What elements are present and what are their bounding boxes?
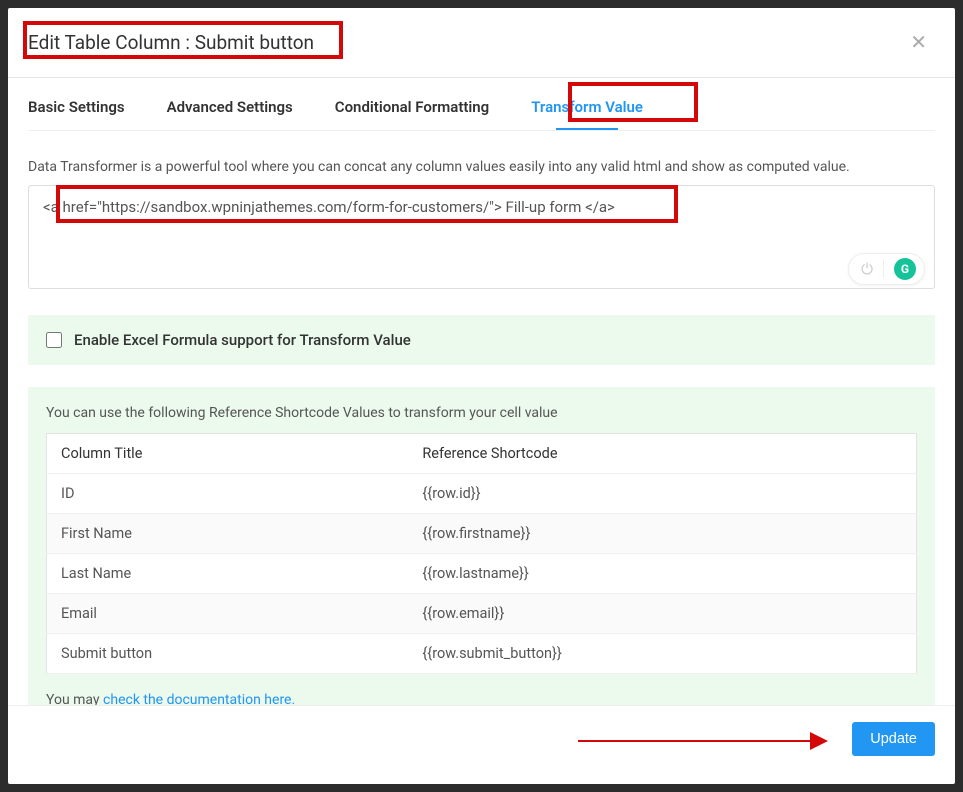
transform-textarea-wrap: ⏻ G — [28, 185, 935, 293]
table-row: First Name {{row.firstname}} — [47, 514, 917, 554]
annotation-arrow — [578, 726, 838, 756]
cell-title: Submit button — [47, 634, 409, 674]
reference-section: You can use the following Reference Shor… — [28, 387, 935, 705]
cell-code: {{row.firstname}} — [408, 514, 916, 554]
table-row: Last Name {{row.lastname}} — [47, 554, 917, 594]
cell-title: Last Name — [47, 554, 409, 594]
documentation-link[interactable]: check the documentation here. — [103, 692, 295, 705]
transform-description: Data Transformer is a powerful tool wher… — [28, 159, 935, 175]
table-header-row: Column Title Reference Shortcode — [47, 434, 917, 474]
cell-title: First Name — [47, 514, 409, 554]
modal-title: Edit Table Column : Submit button — [28, 31, 314, 54]
modal-body: Basic Settings Advanced Settings Conditi… — [8, 78, 955, 705]
grammarly-icon[interactable]: G — [894, 258, 916, 280]
cell-title: ID — [47, 474, 409, 514]
power-icon[interactable]: ⏻ — [861, 260, 884, 278]
cell-code: {{row.email}} — [408, 594, 916, 634]
modal-footer: Update — [8, 705, 955, 784]
table-row: ID {{row.id}} — [47, 474, 917, 514]
cell-code: {{row.submit_button}} — [408, 634, 916, 674]
textarea-toolbar: ⏻ G — [848, 253, 925, 285]
excel-formula-label: Enable Excel Formula support for Transfo… — [74, 331, 411, 349]
excel-formula-row[interactable]: Enable Excel Formula support for Transfo… — [28, 315, 935, 365]
transform-textarea[interactable] — [28, 185, 935, 289]
close-icon: ✕ — [910, 32, 927, 54]
modal-window: Edit Table Column : Submit button ✕ Basi… — [8, 8, 955, 784]
cell-code: {{row.id}} — [408, 474, 916, 514]
tab-conditional-formatting[interactable]: Conditional Formatting — [335, 98, 489, 130]
reference-table: Column Title Reference Shortcode ID {{ro… — [46, 433, 917, 674]
arrow-line — [578, 740, 810, 742]
table-row: Email {{row.email}} — [47, 594, 917, 634]
table-row: Submit button {{row.submit_button}} — [47, 634, 917, 674]
close-button[interactable]: ✕ — [902, 26, 935, 59]
documentation-line: You may check the documentation here. — [46, 692, 917, 705]
tab-advanced-settings[interactable]: Advanced Settings — [167, 98, 293, 130]
cell-code: {{row.lastname}} — [408, 554, 916, 594]
update-button[interactable]: Update — [852, 722, 935, 756]
reference-intro: You can use the following Reference Shor… — [46, 405, 917, 421]
cell-title: Email — [47, 594, 409, 634]
tab-basic-settings[interactable]: Basic Settings — [28, 98, 125, 130]
modal-header: Edit Table Column : Submit button ✕ — [8, 8, 955, 78]
header-reference-shortcode: Reference Shortcode — [408, 434, 916, 474]
arrow-head-icon — [810, 732, 828, 750]
header-column-title: Column Title — [47, 434, 409, 474]
doc-prefix: You may — [46, 692, 103, 705]
excel-formula-checkbox[interactable] — [46, 332, 62, 348]
tab-bar: Basic Settings Advanced Settings Conditi… — [28, 78, 935, 131]
tab-transform-value[interactable]: Transform Value — [531, 98, 643, 130]
